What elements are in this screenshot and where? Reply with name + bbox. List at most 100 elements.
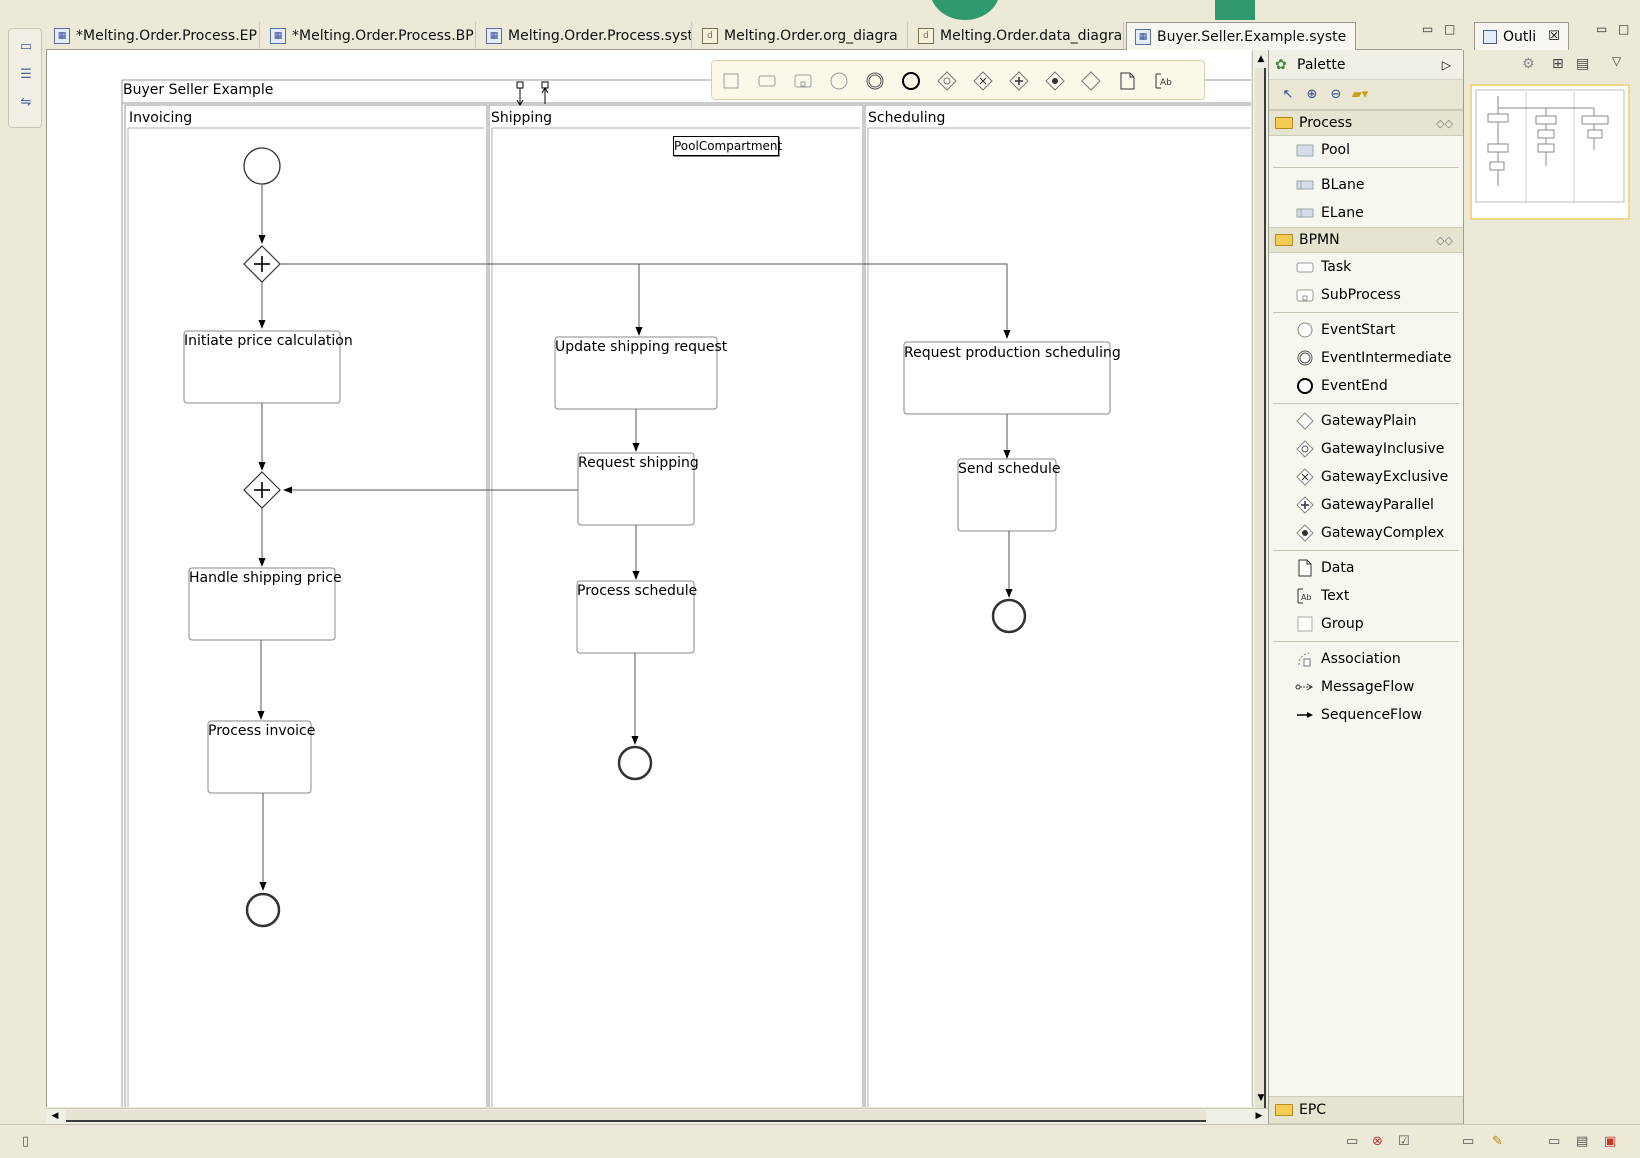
tab-melting-order-process-bp[interactable]: ▦ *Melting.Order.Process.BP <box>262 22 476 50</box>
popup-gateway-exclusive-icon[interactable] <box>972 70 994 92</box>
maximize-editor-icon[interactable]: □ <box>1444 22 1455 36</box>
collapse-palette-icon[interactable]: ▷ <box>1442 58 1451 72</box>
zoom-out-icon[interactable]: ⊖ <box>1327 86 1345 104</box>
palette-item-text[interactable]: Ab Text <box>1269 582 1463 610</box>
drawer-epc[interactable]: EPC <box>1269 1096 1463 1124</box>
tab-melting-order-process-ep[interactable]: ▦ *Melting.Order.Process.EP <box>46 22 260 50</box>
palette-item-subprocess[interactable]: SubProcess <box>1269 281 1463 309</box>
palette-item-group[interactable]: Group <box>1269 610 1463 638</box>
palette-item-gateway-plain[interactable]: GatewayPlain <box>1269 407 1463 435</box>
popup-gateway-plain-icon[interactable] <box>1080 70 1102 92</box>
console-icon[interactable]: ▤ <box>1576 1134 1588 1149</box>
palette-item-label: Pool <box>1321 142 1350 158</box>
palette-item-elane[interactable]: ELane <box>1269 199 1463 227</box>
zoom-in-icon[interactable]: ⊕ <box>1303 86 1321 104</box>
lane-scheduling-frame[interactable] <box>864 104 1251 1107</box>
pin-icon[interactable]: ◇◇ <box>1436 117 1453 130</box>
popup-task-icon[interactable] <box>756 70 778 92</box>
palette-item-gateway-parallel[interactable]: GatewayParallel <box>1269 491 1463 519</box>
minimize-editor-icon[interactable]: ▭ <box>1422 22 1433 36</box>
drawer-label: Process <box>1299 115 1353 131</box>
restore-icon[interactable]: ▭ <box>1462 1134 1474 1149</box>
popup-event-intermediate-icon[interactable] <box>864 70 886 92</box>
palette-header[interactable]: ✿ Palette ▷ <box>1269 50 1463 80</box>
palette-item-event-start[interactable]: EventStart <box>1269 316 1463 344</box>
palette-item-blane[interactable]: BLane <box>1269 171 1463 199</box>
note-dropdown-icon[interactable]: ▰▾ <box>1351 86 1369 104</box>
pool-resize-handle-up[interactable] <box>541 81 549 104</box>
popup-gateway-complex-icon[interactable] <box>1044 70 1066 92</box>
outline-tab-bar: Outli ☒ ▭ □ <box>1464 22 1640 50</box>
palette-item-pool[interactable]: Pool <box>1269 136 1463 164</box>
popup-data-icon[interactable] <box>1116 70 1138 92</box>
restore-icon[interactable]: ▭ <box>1548 1134 1560 1149</box>
start-event-invoicing[interactable] <box>243 147 281 185</box>
task-icon <box>1296 262 1314 273</box>
tool-icon[interactable]: ✎ <box>1492 1134 1503 1149</box>
pool-resize-handle-down[interactable] <box>516 81 524 106</box>
outline-filter-icon[interactable]: ⚙ <box>1522 56 1535 72</box>
drawer-bpmn[interactable]: BPMN ◇◇ <box>1269 227 1463 253</box>
horizontal-scrollbar[interactable]: ◀ ▶ <box>46 1108 1268 1124</box>
error-log-icon[interactable]: ⊗ <box>1372 1134 1383 1149</box>
lane-icon <box>1296 180 1314 190</box>
maximize-outline-icon[interactable]: □ <box>1618 22 1629 36</box>
popup-gateway-inclusive-icon[interactable] <box>936 70 958 92</box>
popup-event-start-icon[interactable] <box>828 70 850 92</box>
task-label-initiate-price: Initiate price calculation <box>184 333 353 349</box>
palette-item-gateway-exclusive[interactable]: GatewayExclusive <box>1269 463 1463 491</box>
end-event-shipping[interactable] <box>617 745 653 781</box>
tab-melting-order-org-diagram[interactable]: d Melting.Order.org_diagra <box>694 22 908 50</box>
tab-buyer-seller-example[interactable]: ▦ Buyer.Seller.Example.syste ☒ <box>1126 22 1356 51</box>
outline-thumbnail[interactable] <box>1470 84 1630 220</box>
select-arrow-icon[interactable]: ↖ <box>1279 86 1297 104</box>
outline-overview-icon[interactable]: ▤ <box>1576 56 1589 72</box>
parallel-gateway-split[interactable] <box>243 245 281 283</box>
popup-gateway-parallel-icon[interactable] <box>1008 70 1030 92</box>
popup-subprocess-icon[interactable] <box>792 70 814 92</box>
minimize-outline-icon[interactable]: ▭ <box>1596 22 1607 36</box>
scroll-up-icon[interactable]: ▲ <box>1255 52 1267 66</box>
scroll-left-icon[interactable]: ◀ <box>48 1110 62 1123</box>
end-event-scheduling[interactable] <box>991 598 1027 634</box>
horizontal-scroll-thumb[interactable] <box>66 1110 1206 1122</box>
vertical-scroll-thumb[interactable] <box>1255 68 1266 1108</box>
tasks-icon[interactable]: ☑ <box>1398 1134 1410 1149</box>
view-menu-icon[interactable]: ▽ <box>1612 54 1621 68</box>
drawer-process[interactable]: Process ◇◇ <box>1269 110 1463 136</box>
palette-item-data[interactable]: Data <box>1269 554 1463 582</box>
palette-item-event-intermediate[interactable]: EventIntermediate <box>1269 344 1463 372</box>
palette-item-association[interactable]: Association <box>1269 645 1463 673</box>
end-event-invoicing[interactable] <box>245 892 281 928</box>
close-outline-icon[interactable]: ☒ <box>1548 29 1560 44</box>
hierarchy-icon[interactable]: ☰ <box>18 67 34 83</box>
parallel-gateway-join[interactable] <box>243 471 281 509</box>
progress-icon[interactable]: ▣ <box>1604 1134 1616 1149</box>
restore-icon[interactable]: ▭ <box>1346 1134 1358 1149</box>
palette-item-label: EventEnd <box>1321 378 1388 394</box>
vertical-scrollbar[interactable]: ▲ ▼ <box>1252 50 1268 1108</box>
diagram-canvas[interactable]: Buyer Seller Example Invoicing Shipping … <box>46 50 1251 1107</box>
popup-text-icon[interactable]: Ab <box>1152 70 1174 92</box>
palette-item-task[interactable]: Task <box>1269 253 1463 281</box>
pin-icon[interactable]: ◇◇ <box>1436 234 1453 247</box>
navigator-icon[interactable]: ⇋ <box>18 95 34 111</box>
tab-outline[interactable]: Outli ☒ <box>1474 22 1569 50</box>
banner-logo-shape-2 <box>1215 0 1255 20</box>
scroll-right-icon[interactable]: ▶ <box>1252 1110 1266 1123</box>
palette-item-gateway-inclusive[interactable]: GatewayInclusive <box>1269 435 1463 463</box>
palette-item-sequence-flow[interactable]: SequenceFlow <box>1269 701 1463 729</box>
tab-melting-order-data-diagram[interactable]: d Melting.Order.data_diagra <box>910 22 1124 50</box>
top-toolbar-strip <box>0 0 1640 22</box>
flow-gateway-to-request-production[interactable] <box>280 263 1011 339</box>
palette-item-message-flow[interactable]: MessageFlow <box>1269 673 1463 701</box>
palette-item-gateway-complex[interactable]: GatewayComplex <box>1269 519 1463 547</box>
fast-view-icon[interactable]: ▯ <box>22 1134 29 1149</box>
popup-group-icon[interactable] <box>720 70 742 92</box>
outline-tree-icon[interactable]: ⊞ <box>1552 56 1564 72</box>
popup-event-end-icon[interactable] <box>900 70 922 92</box>
scroll-down-icon[interactable]: ▼ <box>1255 1091 1267 1105</box>
tab-melting-order-process-syst[interactable]: ▦ Melting.Order.Process.syst <box>478 22 692 50</box>
restore-icon[interactable]: ▭ <box>18 39 34 55</box>
palette-item-event-end[interactable]: EventEnd <box>1269 372 1463 400</box>
